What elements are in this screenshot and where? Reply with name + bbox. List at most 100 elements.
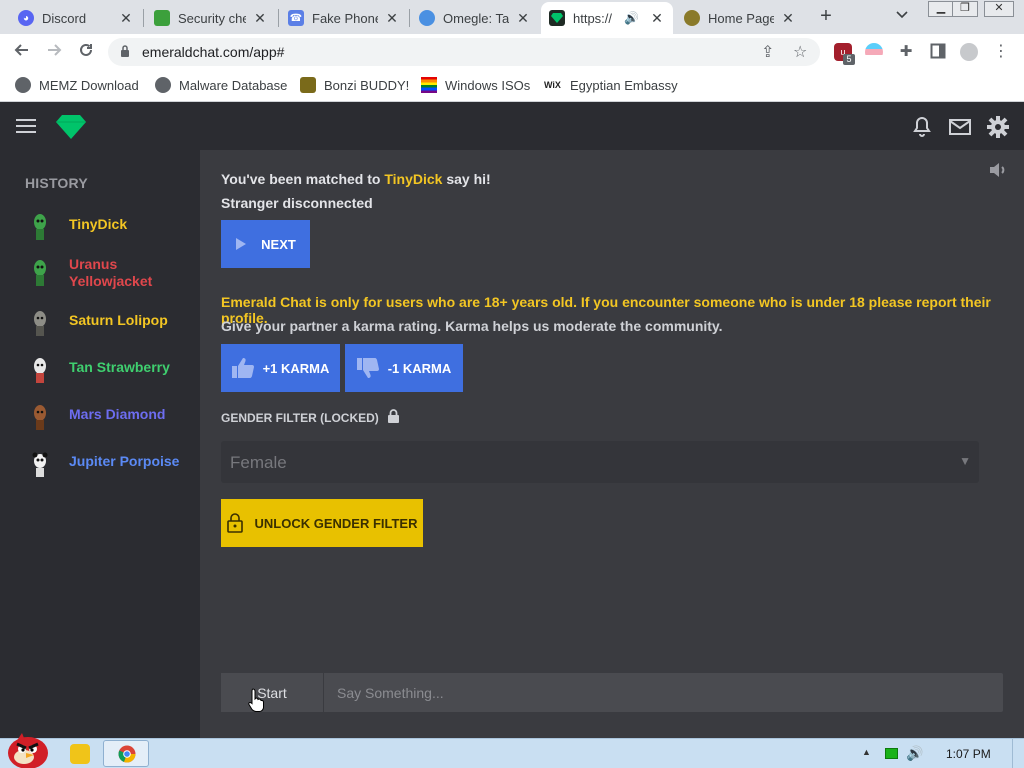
window-close-button[interactable]: ✕ <box>984 1 1014 17</box>
speaker-volume-icon[interactable] <box>988 160 1008 180</box>
history-item[interactable]: Uranus Yellowjacket <box>30 252 189 290</box>
thumbs-up-icon <box>231 358 254 378</box>
history-item-name: Jupiter Porpoise <box>69 453 180 469</box>
chat-input-bar: Start <box>221 673 1003 712</box>
tab-home-page[interactable]: Home Page ✕ <box>676 2 804 34</box>
green-alien-avatar <box>30 258 50 288</box>
close-icon[interactable]: ✕ <box>252 10 268 27</box>
gray-face-avatar <box>30 308 50 338</box>
browser-tab-strip: ◕ Discord ✕ Security che ✕ ☎ Fake Phone … <box>0 0 1024 34</box>
bonzi-icon <box>684 10 700 26</box>
taskbar-clock[interactable]: 1:07 PM <box>946 747 991 761</box>
tab-fake-phone[interactable]: ☎ Fake Phone ✕ <box>280 2 408 34</box>
match-partner-name[interactable]: TinyDick <box>384 171 442 187</box>
bookmark-label: Windows ISOs <box>445 77 531 93</box>
close-icon[interactable]: ✕ <box>118 10 134 27</box>
url-text[interactable]: emeraldchat.com/app# <box>142 44 284 60</box>
gender-filter-value: Female <box>230 453 287 472</box>
match-prefix: You've been matched to <box>221 171 385 187</box>
history-item-name: Saturn Lolipop <box>69 312 168 328</box>
lock-icon <box>388 409 400 423</box>
thumbs-down-icon <box>356 358 379 378</box>
tab-search-chevron-icon[interactable] <box>896 8 908 22</box>
new-tab-button[interactable]: + <box>815 6 837 28</box>
side-panel-icon[interactable] <box>929 43 947 61</box>
reload-button[interactable] <box>75 41 97 63</box>
history-item-name: Tan Strawberry <box>69 359 170 375</box>
show-desktop-button[interactable] <box>1012 739 1024 768</box>
speaker-icon[interactable]: 🔊 <box>624 11 639 25</box>
close-icon[interactable]: ✕ <box>515 10 531 27</box>
play-icon <box>236 238 247 250</box>
history-item[interactable]: Tan Strawberry <box>30 355 189 385</box>
history-item[interactable]: Saturn Lolipop <box>30 308 189 338</box>
menu-dots-icon[interactable]: ⋮ <box>992 43 1010 61</box>
gender-filter-select[interactable]: Female ▼ <box>221 441 979 483</box>
unlock-gender-filter-button[interactable]: UNLOCK GENDER FILTER <box>221 499 423 547</box>
taskbar-chrome-button[interactable] <box>103 740 149 767</box>
bookmark-bonzi-buddy[interactable]: Bonzi BUDDY! <box>300 77 409 93</box>
bookmark-label: Bonzi BUDDY! <box>324 77 410 93</box>
notification-bell-icon[interactable] <box>910 115 934 139</box>
match-message: You've been matched to TinyDick say hi! <box>221 171 491 187</box>
history-item[interactable]: Mars Diamond <box>30 402 189 432</box>
history-item[interactable]: Jupiter Porpoise <box>30 449 189 479</box>
plus-karma-label: +1 KARMA <box>262 360 330 376</box>
bookmark-windows-isos[interactable]: Windows ISOs <box>421 77 530 93</box>
chat-main: You've been matched to TinyDick say hi! … <box>200 150 1024 738</box>
close-icon[interactable]: ✕ <box>649 10 665 27</box>
gender-filter-label-text: GENDER FILTER (LOCKED) <box>221 411 379 425</box>
bookmark-label: Egyptian Embassy <box>570 77 678 93</box>
settings-gear-icon[interactable] <box>986 115 1010 139</box>
gender-filter-label: GENDER FILTER (LOCKED) <box>221 409 400 425</box>
disconnected-message: Stranger disconnected <box>221 195 373 211</box>
bookmark-egyptian-embassy[interactable]: WiX Egyptian Embassy <box>544 77 678 93</box>
forward-button[interactable] <box>43 41 65 63</box>
plus-karma-button[interactable]: +1 KARMA <box>221 344 340 392</box>
history-item[interactable]: TinyDick <box>30 212 189 242</box>
minimize-button[interactable]: ▁ <box>928 1 954 17</box>
white-face-avatar <box>30 355 50 385</box>
tab-omegle[interactable]: Omegle: Tal ✕ <box>411 2 539 34</box>
network-icon[interactable] <box>885 748 898 759</box>
close-icon[interactable]: ✕ <box>780 10 796 27</box>
globe-icon <box>15 77 31 93</box>
bookmark-memz[interactable]: MEMZ Download <box>15 77 139 93</box>
bonzi-icon <box>300 77 316 93</box>
back-button[interactable] <box>11 41 33 63</box>
chat-message-input[interactable] <box>325 673 1003 712</box>
bookmark-star-icon[interactable]: ☆ <box>793 42 807 62</box>
lock-icon[interactable] <box>120 44 130 58</box>
tab-title: Fake Phone <box>312 10 378 26</box>
tab-title: Home Page <box>708 10 774 26</box>
minus-karma-label: -1 KARMA <box>387 360 452 376</box>
hamburger-menu-icon[interactable] <box>16 119 36 133</box>
start-button[interactable]: Start <box>221 673 324 712</box>
flag-extension-icon[interactable] <box>865 43 883 61</box>
close-icon[interactable]: ✕ <box>384 10 400 27</box>
next-button[interactable]: NEXT <box>221 220 310 268</box>
unlock-gender-filter-label: UNLOCK GENDER FILTER <box>254 515 418 531</box>
tab-title: Security che <box>178 10 246 26</box>
restore-button[interactable]: ❐ <box>952 1 978 17</box>
emerald-logo-icon[interactable] <box>56 115 86 139</box>
tray-expand-icon[interactable]: ▲ <box>862 747 871 757</box>
start-orb-angry-bird-icon[interactable] <box>4 731 50 768</box>
mail-icon[interactable] <box>948 115 972 139</box>
bookmark-malware-database[interactable]: Malware Database <box>155 77 287 93</box>
karma-note-text: Give your partner a karma rating. Karma … <box>221 318 723 334</box>
puzzle-icon[interactable]: ✚ <box>897 43 915 61</box>
tab-discord[interactable]: ◕ Discord ✕ <box>10 2 142 34</box>
volume-icon[interactable]: 🔊 <box>906 745 923 762</box>
share-icon[interactable]: ⇪ <box>761 42 774 62</box>
minus-karma-button[interactable]: -1 KARMA <box>345 344 463 392</box>
explorer-folder-icon[interactable] <box>70 744 90 764</box>
omegle-icon <box>419 10 435 26</box>
browser-toolbar: emeraldchat.com/app# ⇪ ☆ u 5 ✚ ⋮ <box>0 34 1024 70</box>
history-item-name: Mars Diamond <box>69 406 166 422</box>
address-bar[interactable]: emeraldchat.com/app# ⇪ ☆ <box>108 38 820 66</box>
profile-avatar-icon[interactable] <box>960 43 978 61</box>
app-header <box>0 103 1024 150</box>
tab-security-check[interactable]: Security che ✕ <box>146 2 276 34</box>
tab-emerald-chat[interactable]: https:// 🔊 ✕ <box>541 2 673 34</box>
